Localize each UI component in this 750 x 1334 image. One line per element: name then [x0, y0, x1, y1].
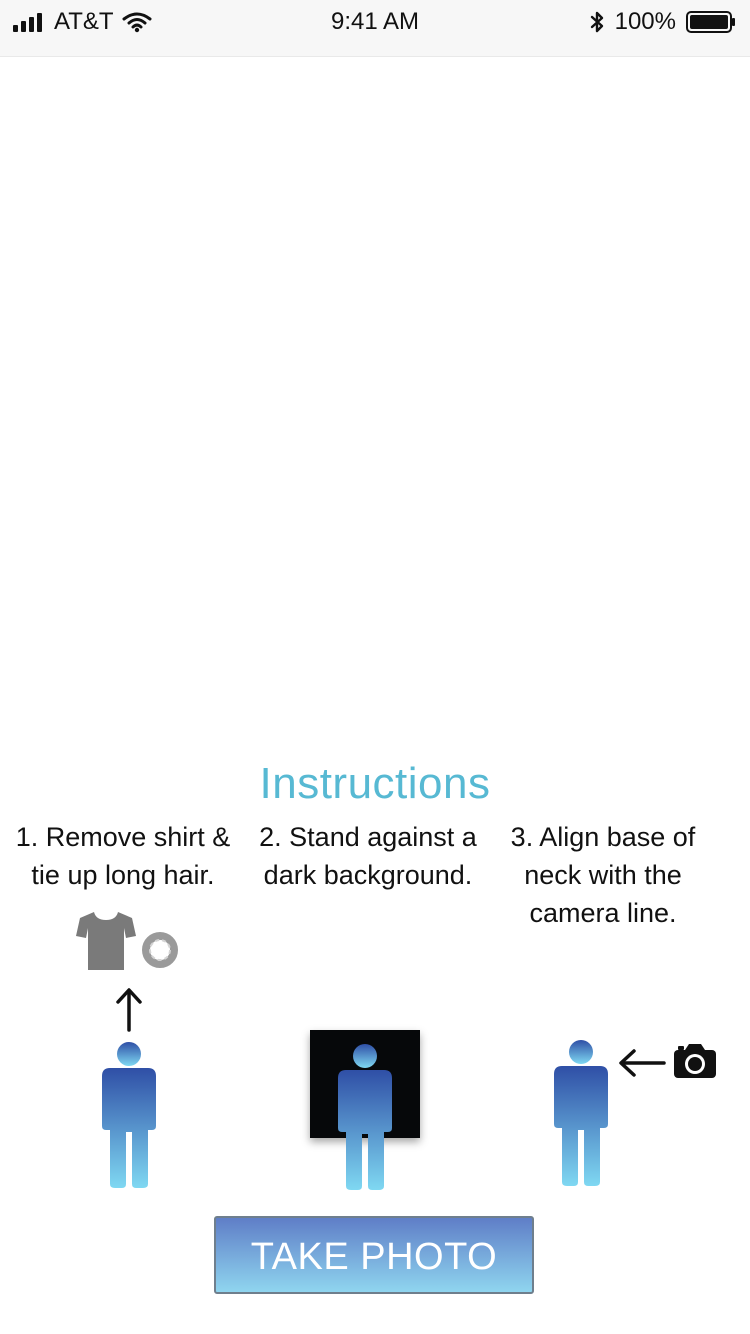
arrow-left-icon: [616, 1046, 666, 1080]
arrow-up-icon: [114, 986, 144, 1032]
scrunchie-icon: [140, 930, 180, 970]
step-2-text: 2. Stand against a dark background.: [248, 818, 488, 894]
take-photo-button[interactable]: TAKE PHOTO: [214, 1216, 534, 1294]
bluetooth-icon: [589, 10, 605, 34]
person-icon: [548, 1038, 614, 1188]
step-3-text: 3. Align base of neck with the camera li…: [483, 818, 723, 932]
step-1-line-2: tie up long hair.: [31, 860, 215, 890]
shirt-icon: [74, 908, 138, 972]
step-3-line-1: 3. Align base of: [510, 822, 696, 852]
battery-percent: 100%: [614, 8, 676, 35]
step-3-line-2: neck with the: [524, 860, 682, 890]
person-icon: [332, 1042, 398, 1192]
step-3-line-3: camera line.: [529, 898, 677, 928]
status-bar: AT&T 9:41 AM 100%: [0, 0, 750, 57]
step-2-line-2: dark background.: [263, 860, 473, 890]
step-1-line-1: 1. Remove shirt &: [15, 822, 231, 852]
person-icon: [96, 1040, 162, 1190]
step-2-line-1: 2. Stand against a: [259, 822, 477, 852]
battery-icon: [686, 10, 736, 34]
status-right: 100%: [589, 8, 736, 36]
instructions-title: Instructions: [259, 759, 491, 808]
step-1-text: 1. Remove shirt & tie up long hair.: [3, 818, 243, 894]
camera-icon: [672, 1042, 718, 1080]
